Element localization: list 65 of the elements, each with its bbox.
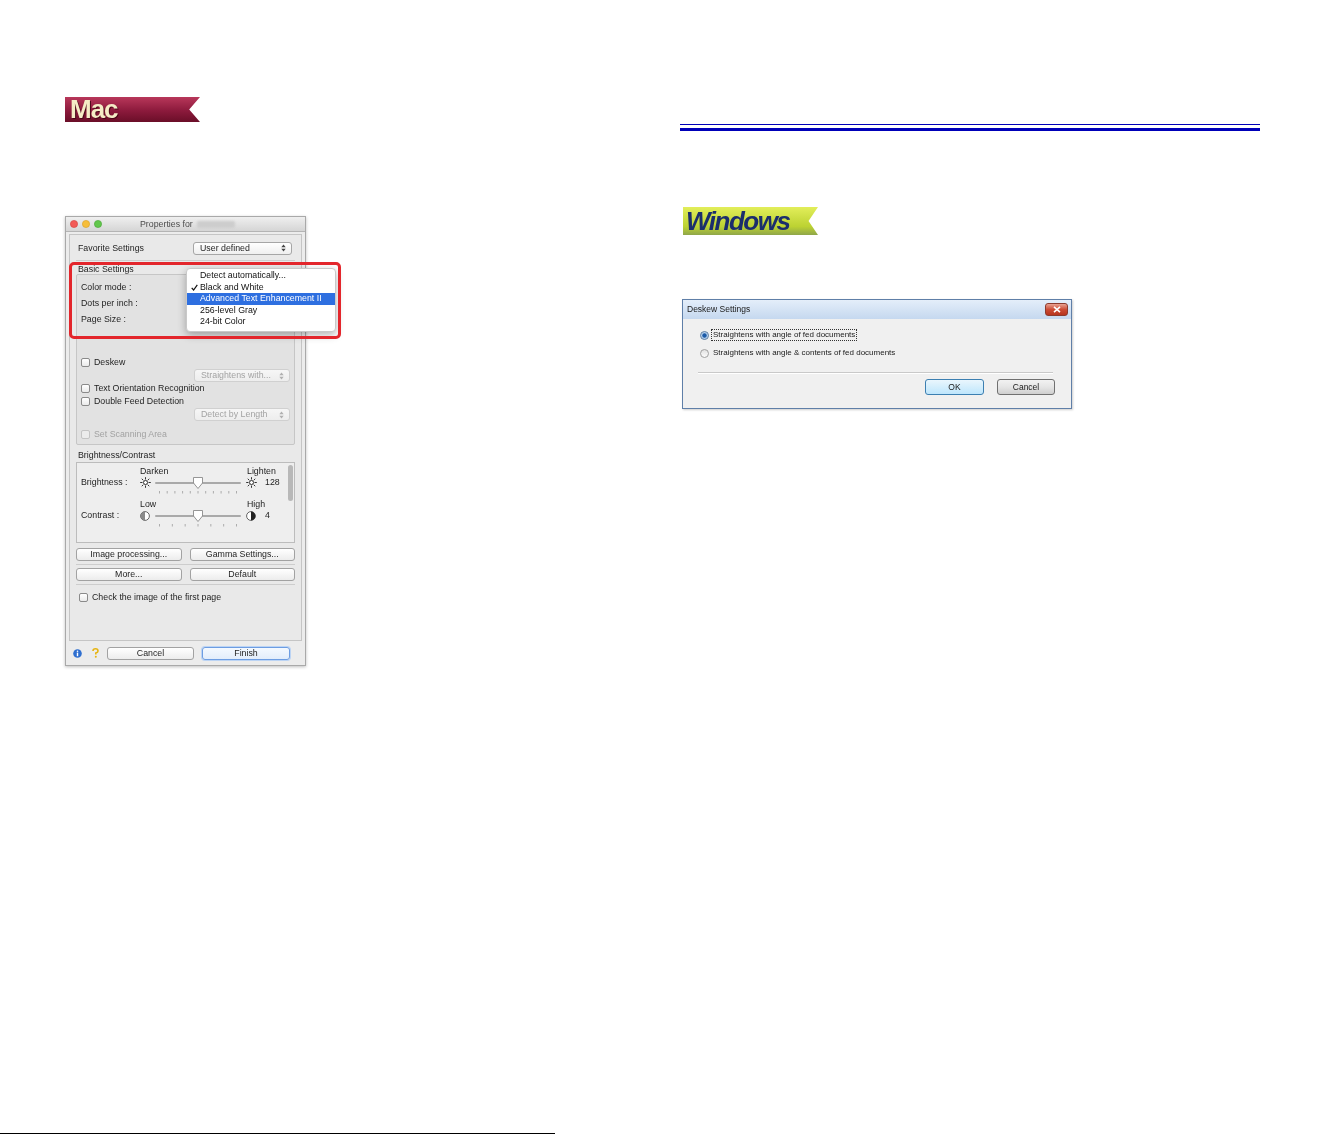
radio-button[interactable] [700, 330, 709, 340]
checkbox-label: Text Orientation Recognition [94, 383, 205, 394]
radio-label: Straightens with angle of fed documents [711, 329, 858, 341]
push-button[interactable]: Cancel [107, 646, 194, 660]
group-title: Basic Settings [78, 264, 134, 274]
checkbox-label: Check the image of the first page [92, 592, 222, 603]
menu-item[interactable]: Advanced Text Enhancement II [187, 293, 335, 305]
push-button[interactable]: Cancel [997, 379, 1055, 395]
close-button[interactable] [1045, 303, 1068, 316]
menu-item[interactable]: Detect automatically... [187, 270, 335, 282]
checkbox-label: Deskew [94, 357, 126, 368]
checkbox[interactable] [81, 358, 90, 367]
field-label: Page Size : [81, 313, 126, 325]
field-label: Favorite Settings [78, 242, 144, 254]
radio-button[interactable] [700, 348, 709, 358]
field-label: Dots per inch : [81, 297, 138, 309]
menu-item[interactable]: Black and White [187, 281, 335, 294]
up-down-arrows-icon [279, 371, 284, 380]
slider-value: 4 [265, 510, 270, 521]
push-button[interactable]: More... [76, 568, 182, 581]
field-label: Color mode : [81, 281, 132, 293]
section-banner: Windows [683, 207, 818, 235]
window-close-icon[interactable] [70, 220, 78, 228]
push-button[interactable]: Image processing... [76, 548, 182, 561]
slider-label: Brightness : [81, 477, 128, 488]
group-title: Brightness/Contrast [78, 450, 156, 460]
sun-icon [246, 477, 257, 488]
contrast-icon [140, 510, 150, 521]
checkbox[interactable] [81, 384, 90, 393]
sun-icon [140, 477, 151, 488]
help-icon[interactable] [92, 648, 99, 658]
slider-track[interactable] [155, 476, 241, 489]
push-button[interactable]: Default [189, 568, 295, 581]
contrast-icon [246, 510, 256, 521]
menu-item[interactable]: 24-bit Color [187, 316, 335, 328]
section-banner: Mac [65, 97, 200, 122]
slider-max-label: Lighten [247, 467, 276, 476]
info-icon[interactable] [73, 648, 82, 658]
up-down-arrows-icon [279, 410, 284, 419]
up-down-arrows-icon [281, 244, 286, 252]
window-zoom-icon[interactable] [94, 220, 102, 228]
slider-thumb[interactable] [193, 510, 203, 522]
menu-item[interactable]: 256-level Gray [187, 304, 335, 317]
slider-min-label: Darken [140, 467, 169, 476]
blurred-name-placeholder [196, 220, 235, 228]
checkbox[interactable] [79, 593, 88, 602]
window-minimize-icon[interactable] [82, 220, 90, 228]
popup-button[interactable]: User defined [193, 241, 292, 255]
push-button[interactable]: Gamma Settings... [189, 548, 295, 561]
radio-label: Straightens with angle & contents of fed documents [712, 347, 897, 359]
push-button[interactable]: Finish [202, 646, 290, 660]
slider-thumb[interactable] [193, 477, 203, 489]
close-icon [1052, 306, 1061, 313]
slider-value: 128 [265, 477, 280, 488]
checkbox[interactable] [81, 397, 90, 406]
slider-max-label: High [247, 500, 266, 509]
slider-track[interactable] [155, 509, 241, 522]
window-title: Properties for [140, 218, 193, 230]
push-button[interactable]: OK [925, 379, 984, 395]
checkmark-icon [191, 283, 198, 291]
slider-min-label: Low [140, 500, 157, 509]
slider-label: Contrast : [81, 510, 120, 521]
checkbox-label: Double Feed Detection [94, 396, 184, 407]
window-title: Deskew Settings [687, 304, 751, 315]
scrollbar-thumb[interactable] [288, 465, 293, 501]
